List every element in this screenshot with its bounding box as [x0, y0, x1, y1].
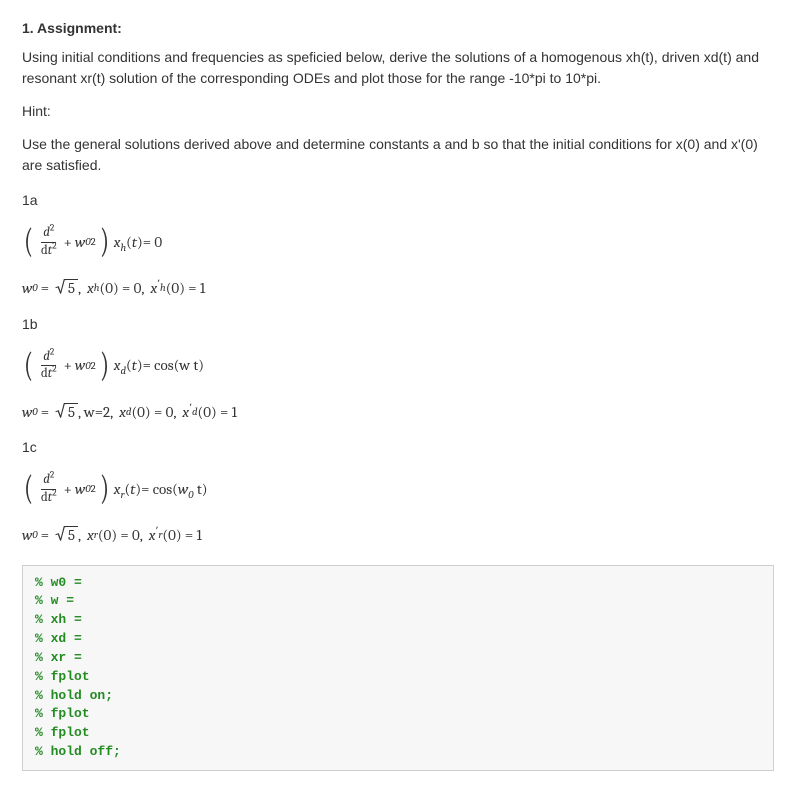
equation-1a-ode: ( d2 dt2 + w02 ) xh(t) = 0 — [22, 225, 774, 259]
equation-1b-initial-conditions: w0= √5 , w=2, xd(0) = 0, x′d(0) = 1 — [22, 401, 774, 424]
section-heading: 1. Assignment: — [22, 18, 774, 39]
code-line: % hold off; — [35, 744, 121, 759]
left-paren-icon: ( — [24, 471, 33, 505]
code-line: % xd = — [35, 631, 82, 646]
sqrt-icon: √5 — [55, 403, 78, 421]
hint-label: Hint: — [22, 101, 774, 122]
part-label-1a: 1a — [22, 190, 774, 211]
code-line: % hold on; — [35, 688, 113, 703]
part-label-1c: 1c — [22, 437, 774, 458]
equation-1b-rhs: = cos(w t) — [143, 354, 204, 377]
code-line: % fplot — [35, 706, 90, 721]
code-line: % xh = — [35, 612, 82, 627]
right-paren-icon: ) — [100, 224, 109, 258]
code-cell[interactable]: % w0 = % w = % xh = % xd = % xr = % fplo… — [22, 565, 774, 771]
code-line: % fplot — [35, 725, 90, 740]
part-label-1b: 1b — [22, 314, 774, 335]
left-paren-icon: ( — [24, 224, 33, 258]
second-derivative-fraction: d2 dt2 — [39, 473, 59, 505]
equation-1a-rhs: = 0 — [143, 231, 162, 254]
sqrt-icon: √5 — [55, 526, 78, 544]
operator-parentheses: ( d2 dt2 + w02 ) — [22, 472, 111, 506]
intro-paragraph: Using initial conditions and frequencies… — [22, 47, 774, 89]
equation-1c-ode: ( d2 dt2 + w02 ) xr(t) = cos(w0 t) — [22, 472, 774, 506]
equation-1b-ode: ( d2 dt2 + w02 ) xd(t) = cos(w t) — [22, 349, 774, 383]
assignment-document: 1. Assignment: Using initial conditions … — [0, 0, 796, 793]
equation-1a-initial-conditions: w0= √5 , xh(0) = 0, x′h(0) = 1 — [22, 277, 774, 300]
left-paren-icon: ( — [24, 348, 33, 382]
operator-parentheses: ( d2 dt2 + w02 ) — [22, 225, 111, 259]
code-line: % w0 = — [35, 575, 82, 590]
code-line: % fplot — [35, 669, 90, 684]
code-line: % xr = — [35, 650, 82, 665]
operator-parentheses: ( d2 dt2 + w02 ) — [22, 349, 111, 383]
sqrt-icon: √5 — [55, 279, 78, 297]
hint-body: Use the general solutions derived above … — [22, 134, 774, 176]
equation-1c-rhs: = cos(w0 t) — [141, 478, 207, 501]
second-derivative-fraction: d2 dt2 — [39, 226, 59, 258]
right-paren-icon: ) — [100, 471, 109, 505]
code-line: % w = — [35, 593, 74, 608]
right-paren-icon: ) — [100, 348, 109, 382]
second-derivative-fraction: d2 dt2 — [39, 350, 59, 382]
equation-1c-initial-conditions: w0= √5 , xr(0) = 0, x′r(0) = 1 — [22, 524, 774, 547]
